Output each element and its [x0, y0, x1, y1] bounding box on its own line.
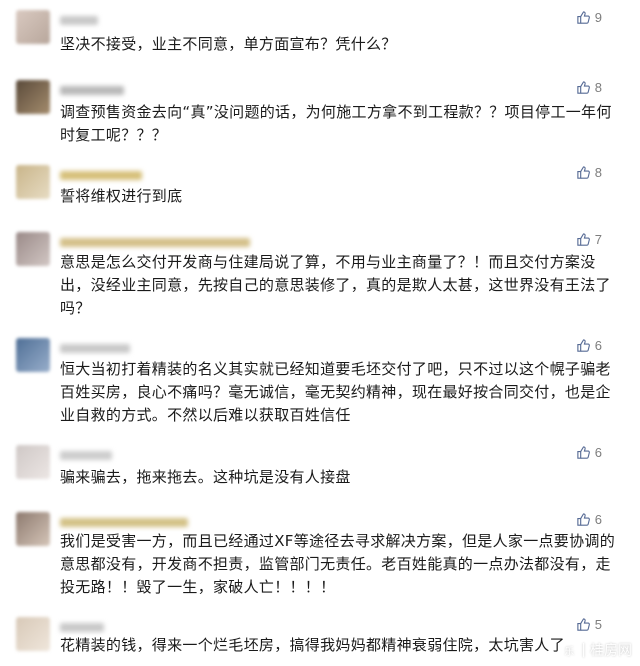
like-count: 6: [594, 512, 602, 527]
comment-text: 骗来骗去，拖来拖去。这种坑是没有人接盘: [60, 468, 351, 486]
username-blurred[interactable]: [60, 171, 142, 180]
watermark-badge-icon: 乐: [561, 642, 578, 658]
like-count: 6: [594, 338, 602, 353]
thumbs-up-icon: [576, 232, 591, 247]
username-blurred[interactable]: [60, 238, 250, 247]
thumbs-up-icon: [576, 617, 591, 632]
comment-text: 我们是受害一方，而且已经通过XF等途径去寻求解决方案，但是人家一点要协调的意思都…: [60, 532, 616, 596]
comment-text: 意思是怎么交付开发商与住建局说了算，不用与业主商量了？！而且交付方案没出，没经业…: [60, 253, 611, 317]
comment-text: 调查预售资金去向“真”没问题的话，为何施工方拿不到工程款？？项目停工一年何时复工…: [60, 103, 612, 144]
thumbs-up-icon: [576, 512, 591, 527]
avatar[interactable]: [16, 617, 50, 651]
avatar[interactable]: [16, 80, 50, 114]
username-blurred[interactable]: [60, 451, 112, 460]
like-button[interactable]: 7: [576, 232, 602, 247]
like-button[interactable]: 9: [576, 10, 602, 25]
like-count: 7: [594, 232, 602, 247]
thumbs-up-icon: [576, 338, 591, 353]
avatar[interactable]: [16, 338, 50, 372]
username-blurred[interactable]: [60, 16, 98, 25]
like-count: 9: [594, 10, 602, 25]
watermark: 乐 | 桂房网: [561, 640, 632, 660]
like-button[interactable]: 8: [576, 165, 602, 180]
username-blurred[interactable]: [60, 623, 104, 632]
avatar[interactable]: [16, 512, 50, 546]
username-blurred[interactable]: [60, 518, 188, 527]
like-button[interactable]: 6: [576, 445, 602, 460]
username-blurred[interactable]: [60, 344, 130, 353]
like-button[interactable]: 6: [576, 512, 602, 527]
thumbs-up-icon: [576, 445, 591, 460]
avatar[interactable]: [16, 232, 50, 266]
thumbs-up-icon: [576, 80, 591, 95]
like-button[interactable]: 6: [576, 338, 602, 353]
like-count: 8: [594, 80, 602, 95]
avatar[interactable]: [16, 445, 50, 479]
username-blurred[interactable]: [60, 86, 124, 95]
avatar[interactable]: [16, 165, 50, 199]
watermark-separator: |: [581, 642, 586, 658]
comment-text: 恒大当初打着精装的名义其实就已经知道要毛坯交付了吧，只不过以这个幌子骗老百姓买房…: [60, 360, 611, 424]
like-button[interactable]: 8: [576, 80, 602, 95]
like-count: 5: [594, 617, 602, 632]
like-count: 6: [594, 445, 602, 460]
thumbs-up-icon: [576, 10, 591, 25]
like-button[interactable]: 5: [576, 617, 602, 632]
comment-text: 坚决不接受，业主不同意，单方面宣布？凭什么？: [60, 35, 397, 53]
like-count: 8: [594, 165, 602, 180]
thumbs-up-icon: [576, 165, 591, 180]
comment-text: 誓将维权进行到底: [60, 187, 183, 205]
comment-text: 花精装的钱，得来一个烂毛坯房，搞得我妈妈都精神衰弱住院，太坑害人了: [60, 636, 565, 654]
watermark-text: 桂房网: [590, 643, 632, 659]
avatar[interactable]: [16, 10, 50, 44]
